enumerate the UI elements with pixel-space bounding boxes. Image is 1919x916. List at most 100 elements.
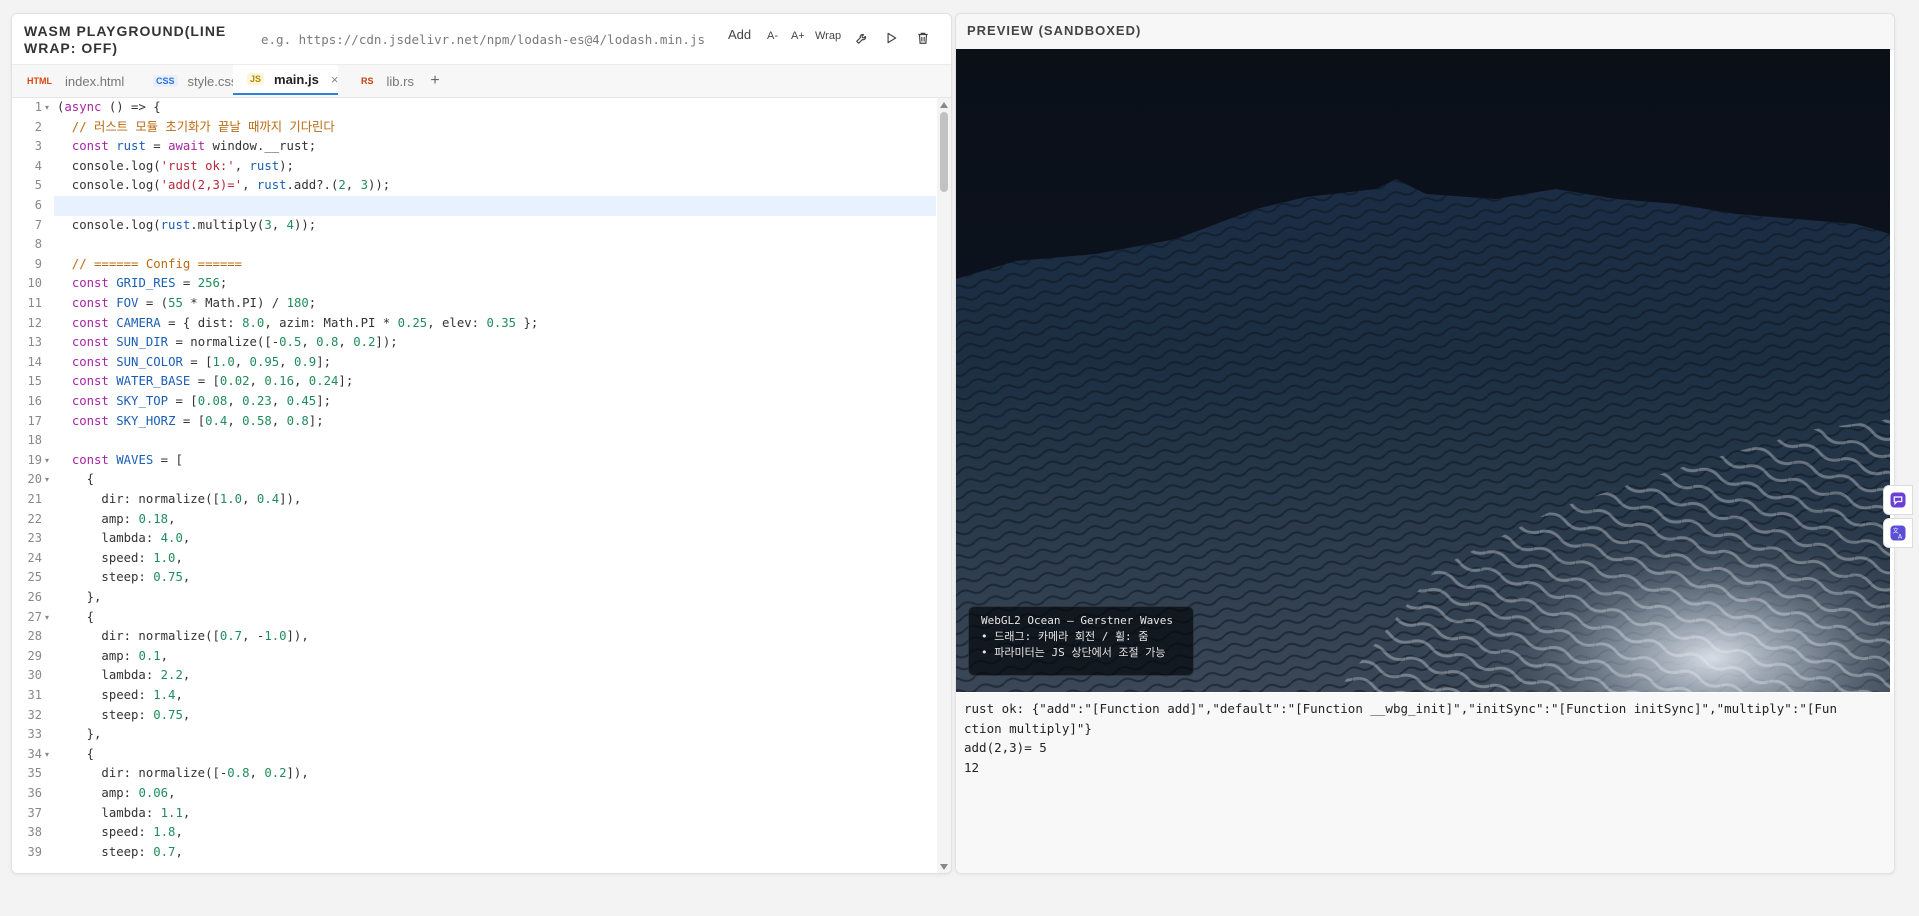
overlay-title: WebGL2 Ocean — Gerstner Waves: [981, 614, 1174, 627]
code-line[interactable]: const rust = await window.__rust;: [57, 137, 316, 157]
code-line[interactable]: const WATER_BASE = [0.02, 0.16, 0.24];: [57, 372, 353, 392]
scrollbar-thumb[interactable]: [940, 112, 948, 192]
code-line[interactable]: dir: normalize([1.0, 0.4]),: [57, 490, 301, 510]
line-number: 10: [27, 276, 42, 291]
line-number: 23: [27, 531, 42, 546]
code-line[interactable]: lambda: 4.0,: [57, 529, 190, 549]
translate-button[interactable]: 文A: [1883, 518, 1913, 548]
cdn-url-input[interactable]: [259, 25, 723, 53]
code-line[interactable]: amp: 0.18,: [57, 510, 175, 530]
line-number: 24: [27, 550, 42, 565]
tab-index-html[interactable]: HTML style.css index.html: [12, 65, 143, 97]
line-number: 7: [34, 217, 42, 232]
code-line[interactable]: // 러스트 모듈 초기화가 끝날 때까지 기다린다: [57, 118, 335, 138]
rs-badge: RS: [361, 76, 374, 86]
code-line[interactable]: steep: 0.75,: [57, 706, 190, 726]
code-line[interactable]: lambda: 2.2,: [57, 666, 190, 686]
app-title: WASM PLAYGROUND(LINE WRAP: OFF): [24, 23, 227, 56]
code-line[interactable]: // ====== Config ======: [57, 255, 242, 275]
line-number: 11: [27, 296, 42, 310]
code-line[interactable]: const SKY_TOP = [0.08, 0.23, 0.45];: [57, 392, 331, 412]
code-line[interactable]: const CAMERA = { dist: 8.0, azim: Math.P…: [57, 314, 538, 334]
code-line[interactable]: const SUN_DIR = normalize([-0.5, 0.8, 0.…: [57, 333, 398, 353]
line-number: 25: [27, 570, 42, 585]
fold-toggle-icon[interactable]: ▾: [45, 451, 49, 471]
js-badge: JS: [247, 73, 265, 85]
code-line[interactable]: speed: 1.0,: [57, 549, 182, 569]
wrap-toggle-button[interactable]: Wrap: [815, 30, 841, 42]
line-number: 29: [27, 648, 42, 663]
code-line[interactable]: speed: 1.8,: [57, 823, 182, 843]
translate-icon: 文A: [1890, 525, 1906, 541]
tab-style-css[interactable]: CSS style.css: [143, 65, 243, 97]
fold-toggle-icon[interactable]: ▾: [45, 745, 49, 765]
tab-main-js[interactable]: JS main.js ×: [233, 65, 338, 95]
code-line[interactable]: const GRID_RES = 256;: [57, 274, 228, 294]
file-tabs: HTML style.css index.html CSS style.css …: [12, 65, 951, 98]
code-line[interactable]: {: [57, 470, 94, 490]
code-line[interactable]: steep: 0.75,: [57, 568, 190, 588]
line-number: 22: [27, 511, 42, 526]
ocean-render: [956, 49, 1890, 692]
tab-label: main.js: [274, 71, 319, 87]
code-line[interactable]: dir: normalize([-0.8, 0.2]),: [57, 764, 308, 784]
font-smaller-button[interactable]: A-: [767, 30, 778, 42]
line-number: 3: [34, 139, 42, 154]
close-tab-icon[interactable]: ×: [331, 72, 339, 87]
line-number: 4: [34, 158, 42, 173]
add-tab-button[interactable]: +: [422, 65, 448, 97]
code-line[interactable]: },: [57, 725, 102, 745]
trash-icon[interactable]: [916, 31, 932, 47]
console-line: 12: [964, 759, 980, 775]
line-number: 39: [27, 844, 42, 859]
code-line[interactable]: const FOV = (55 * Math.PI) / 180;: [57, 294, 316, 314]
code-line[interactable]: amp: 0.06,: [57, 784, 175, 804]
fold-toggle-icon[interactable]: ▾: [45, 98, 49, 118]
code-line[interactable]: },: [57, 588, 102, 608]
line-number: 21: [27, 492, 42, 506]
line-number: 30: [27, 668, 42, 683]
code-line[interactable]: console.log('rust ok:', rust);: [57, 157, 294, 177]
console-output: rust ok: {"add":"[Function add]","defaul…: [956, 693, 1894, 873]
code-line[interactable]: const WAVES = [: [57, 451, 183, 471]
line-number: 33: [27, 727, 42, 742]
line-number: 27: [27, 609, 42, 624]
wrench-icon[interactable]: [855, 31, 871, 47]
code-line[interactable]: console.log(rust.multiply(3, 4));: [57, 216, 316, 236]
line-number: 34: [27, 746, 42, 761]
code-line[interactable]: lambda: 1.1,: [57, 804, 190, 824]
scroll-down-icon[interactable]: [940, 864, 948, 870]
code-line[interactable]: dir: normalize([0.7, -1.0]),: [57, 627, 308, 647]
css-badge: CSS: [153, 75, 178, 87]
line-number: 36: [27, 786, 42, 800]
overlay-hint-params: • 파라미터는 JS 상단에서 조절 가능: [981, 646, 1166, 659]
code-line[interactable]: const SUN_COLOR = [1.0, 0.95, 0.9];: [57, 353, 331, 373]
line-number: 20: [27, 472, 42, 487]
fold-toggle-icon[interactable]: ▾: [45, 470, 49, 490]
chat-assistant-button[interactable]: [1883, 485, 1913, 515]
play-icon[interactable]: [884, 31, 900, 47]
line-number: 18: [27, 433, 42, 448]
line-number: 32: [27, 707, 42, 722]
font-larger-button[interactable]: A+: [791, 30, 805, 42]
fold-toggle-icon[interactable]: ▾: [45, 608, 49, 628]
editor-scrollbar[interactable]: [937, 98, 951, 873]
code-line[interactable]: (async () => {: [57, 98, 161, 118]
code-line[interactable]: steep: 0.7,: [57, 843, 182, 863]
line-number: 8: [34, 237, 42, 252]
scroll-up-icon[interactable]: [940, 102, 948, 108]
code-line[interactable]: const SKY_HORZ = [0.4, 0.58, 0.8];: [57, 412, 324, 432]
line-number: 37: [27, 805, 42, 820]
code-line[interactable]: speed: 1.4,: [57, 686, 182, 706]
preview-header: PREVIEW (SANDBOXED): [956, 14, 1894, 50]
code-line[interactable]: {: [57, 745, 94, 765]
add-library-button[interactable]: Add: [728, 27, 751, 42]
code-editor[interactable]: 1 ▾ 2 3 4 5 6 7 8 9 10 11 12 13 14 15 16 17 18 19 ▾ 20 ▾ 21 22 23…: [12, 98, 951, 873]
preview-panel: PREVIEW (SANDBOXED) WebGL2 Ocean — Gerst…: [955, 13, 1895, 874]
line-number-gutter: 1 ▾ 2 3 4 5 6 7 8 9 10 11 12 13 14 15 16 17 18 19 ▾ 20 ▾ 21 22 23…: [12, 98, 54, 873]
webgl-canvas[interactable]: WebGL2 Ocean — Gerstner Waves • 드래그: 카메라…: [956, 49, 1890, 692]
code-line[interactable]: {: [57, 608, 94, 628]
chat-assistant-icon: [1890, 492, 1906, 508]
code-line[interactable]: console.log('add(2,3)=', rust.add?.(2, 3…: [57, 176, 390, 196]
code-line[interactable]: amp: 0.1,: [57, 647, 168, 667]
